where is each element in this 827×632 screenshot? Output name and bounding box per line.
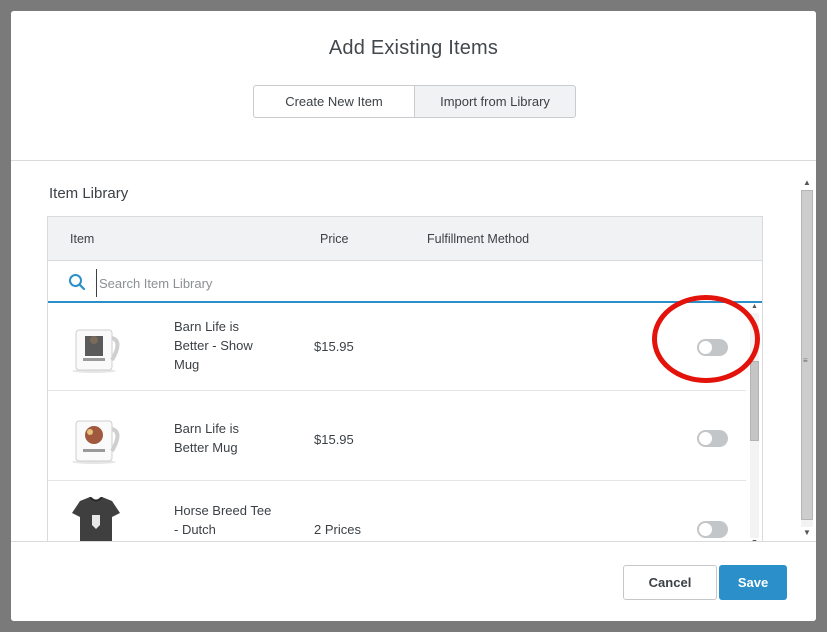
tab-create-new-item[interactable]: Create New Item [253, 85, 415, 118]
column-header-fulfillment: Fulfillment Method [427, 232, 530, 246]
item-name: Barn Life is Better - Show Mug [174, 319, 253, 372]
mug-icon [72, 420, 120, 464]
modal-footer: Cancel Save [11, 541, 816, 621]
item-price: $15.95 [314, 432, 354, 447]
scrollbar-thumb[interactable] [801, 190, 813, 520]
mug-icon [72, 329, 120, 373]
table-row[interactable]: Barn Life is Better Mug $15.95 [48, 391, 746, 481]
table-row[interactable]: Horse Breed Tee - Dutch 2 Prices [48, 481, 746, 541]
scrollbar-thumb[interactable] [750, 361, 759, 441]
item-price: $15.95 [314, 339, 354, 354]
item-list: Barn Life is Better - Show Mug $15.95 Ba… [48, 304, 748, 541]
scrollbar-grip-icon: ≡ [803, 356, 808, 365]
table-row[interactable]: Barn Life is Better - Show Mug $15.95 [48, 304, 746, 391]
cancel-button[interactable]: Cancel [623, 565, 717, 600]
toggle-knob [699, 523, 712, 536]
search-row [48, 261, 762, 303]
table-header: Item Price Fulfillment Method [48, 217, 762, 261]
modal-scrollbar[interactable]: ▲ ≡ ▼ [799, 176, 816, 541]
item-name: Barn Life is Better Mug [174, 421, 240, 455]
toggle-knob [699, 432, 712, 445]
annotation-circle [652, 295, 760, 383]
item-name: Horse Breed Tee - Dutch [174, 503, 272, 537]
search-input[interactable] [96, 269, 661, 297]
modal-title: Add Existing Items [328, 37, 499, 59]
item-source-tabs: Create New Item Import from Library [253, 85, 576, 118]
column-header-item: Item [70, 232, 95, 246]
item-library-table: Item Price Fulfillment Method Search Ite… [47, 216, 763, 541]
item-toggle[interactable] [697, 521, 728, 538]
scroll-up-arrow-icon[interactable]: ▲ [751, 303, 758, 310]
save-button[interactable]: Save [719, 565, 787, 600]
tab-import-from-library[interactable]: Import from Library [415, 85, 576, 118]
modal-header: Add Existing Items Create New Item Impor… [11, 11, 816, 161]
search-icon [69, 274, 86, 291]
tshirt-icon [72, 497, 120, 541]
item-toggle[interactable] [697, 430, 728, 447]
column-header-price: Price [320, 232, 349, 246]
scroll-down-arrow-icon[interactable]: ▼ [803, 528, 811, 537]
item-price: 2 Prices [314, 522, 361, 537]
section-title: Item Library [49, 185, 129, 202]
scroll-up-arrow-icon[interactable]: ▲ [803, 178, 811, 187]
